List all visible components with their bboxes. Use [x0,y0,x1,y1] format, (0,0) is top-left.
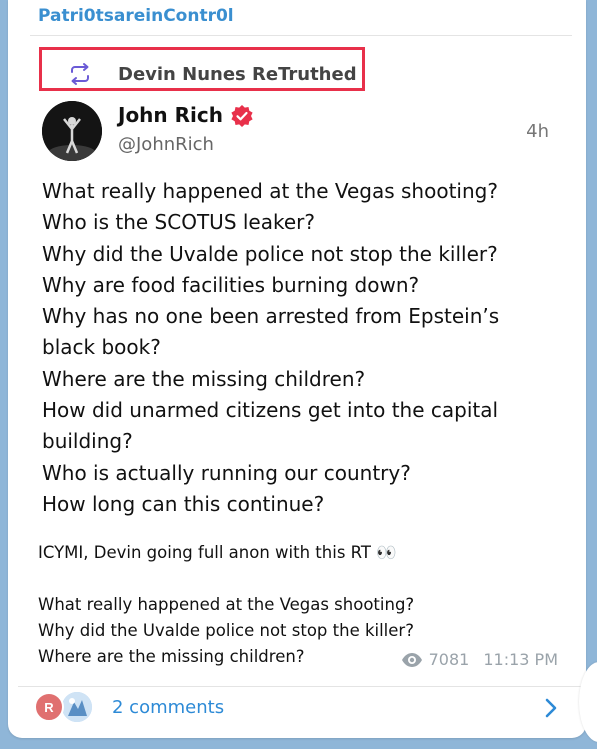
post-line: What really happened at the Vegas shooti… [42,179,498,203]
post-body: What really happened at the Vegas shooti… [42,176,542,520]
retruth-label: Devin Nunes ReTruthed [118,64,357,85]
caption-line: ICYMI, Devin going full anon with this R… [38,543,397,562]
post-line: Why has no one been arrested from Epstei… [42,304,500,329]
view-count: 7081 [428,650,470,669]
caption-line [38,566,568,592]
views-eye-icon [401,652,422,667]
commenter-avatar [60,690,94,724]
post-age: 4h [526,121,549,142]
author-handle: @JohnRich [118,134,214,155]
chevron-right-icon[interactable] [544,697,558,719]
message-meta: 7081 11:13 PM [401,650,558,669]
caption-line: Why did the Uvalde police not stop the k… [38,621,414,640]
post-line: How long can this continue? [42,491,325,516]
author-name[interactable]: John Rich [118,103,223,127]
retruth-icon [71,63,89,85]
comments-link[interactable]: 2 comments [112,697,224,718]
verified-badge-icon [231,105,253,127]
commenter-avatar: R [34,692,64,722]
post-line: Why are food facilities burning down? [42,272,420,297]
message-time: 11:13 PM [483,650,558,669]
author-avatar[interactable] [42,101,102,161]
post-line: Where are the missing children? [42,366,366,391]
post-line: building? [42,429,133,454]
avatar-photo-icon [62,692,92,722]
caption-line: What really happened at the Vegas shooti… [38,595,415,614]
post-line: black book? [42,335,161,360]
divider [18,686,586,687]
post-line: How did unarmed citizens get into the ca… [42,398,499,423]
divider [30,35,572,36]
post-line: Who is actually running our country? [42,460,411,485]
post-line: Why did the Uvalde police not stop the k… [42,241,498,266]
message-card: Patri0tsareinContr0l Devin Nunes ReTruth… [8,0,586,738]
avatar-photo-icon [42,101,102,161]
channel-name[interactable]: Patri0tsareinContr0l [38,6,234,26]
post-line: Who is the SCOTUS leaker? [42,210,315,235]
